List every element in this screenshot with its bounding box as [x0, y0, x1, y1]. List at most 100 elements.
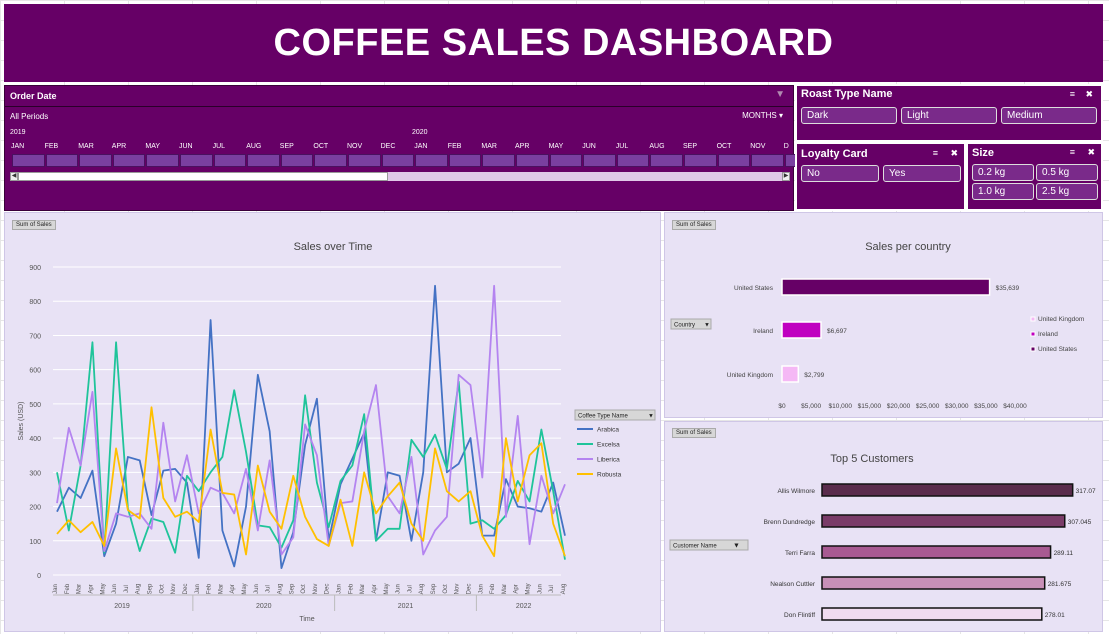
timeline-month-bar[interactable]: [314, 154, 347, 167]
timeline-month-bar[interactable]: [448, 154, 482, 167]
timeline-month-bar[interactable]: [516, 154, 549, 167]
data-label: 281.675: [1048, 581, 1072, 588]
timeline-month-bar[interactable]: [79, 154, 112, 167]
x-tick-label: $20,000: [887, 403, 911, 410]
timeline-month-label: JUN: [582, 143, 596, 150]
timeline-month-label: AUG: [649, 143, 665, 150]
y-axis-label: Sales (USD): [18, 402, 25, 441]
timeline-month-bar[interactable]: [180, 154, 213, 167]
timeline-month-bar[interactable]: [247, 154, 280, 167]
timeline-month-label: JUN: [179, 143, 193, 150]
timeline-month-bar[interactable]: [751, 154, 784, 167]
x-tick-label: $5,000: [801, 403, 821, 410]
clear-filter-icon[interactable]: ✖: [950, 148, 958, 159]
category-label: United Kingdom: [727, 372, 773, 379]
year-label: 2020: [256, 603, 272, 610]
x-tick-label: May: [242, 583, 248, 594]
clear-filter-icon[interactable]: ▼: [775, 89, 785, 100]
x-tick-label: Mar: [502, 584, 508, 594]
legend-label: United States: [1038, 346, 1078, 353]
timeline-month-label: FEB: [447, 143, 462, 150]
y-tick-label: 100: [29, 539, 41, 546]
legend-label: Liberica: [597, 457, 620, 464]
slicer-item-dark[interactable]: Dark: [801, 107, 897, 124]
slicer-item-2-5kg[interactable]: 2.5 kg: [1036, 183, 1098, 200]
timeline-month-bar[interactable]: [146, 154, 179, 167]
timeline-month-bar[interactable]: [717, 154, 751, 167]
legend-label: Arabica: [597, 427, 619, 434]
category-label: United States: [734, 285, 774, 292]
timeline-month-label: MAY: [145, 143, 161, 150]
x-tick-label: $40,000: [1003, 403, 1027, 410]
x-tick-label: $0: [778, 403, 786, 410]
slicer-item-light[interactable]: Light: [901, 107, 997, 124]
data-label: $6,697: [827, 328, 847, 335]
multi-select-icon[interactable]: ≡: [1070, 89, 1075, 99]
clear-filter-icon[interactable]: ✖: [1085, 89, 1093, 100]
timeline-month-bar[interactable]: [348, 154, 381, 167]
timeline-month-bar[interactable]: [415, 154, 448, 167]
x-tick-label: Sep: [289, 583, 295, 594]
x-tick-label: Dec: [466, 584, 472, 595]
timeline-month-bar[interactable]: [549, 154, 583, 167]
x-axis-label: Time: [299, 616, 314, 623]
y-tick-label: 900: [29, 265, 41, 272]
slicer-item-no[interactable]: No: [801, 165, 879, 182]
bar-brenn-dundredge: [821, 514, 1066, 528]
timeline-level-label: MONTHS: [742, 111, 777, 120]
order-date-timeline[interactable]: Order Date ▼ All Periods MONTHS ▾ 2019 2…: [4, 85, 818, 211]
multi-select-icon[interactable]: ≡: [1070, 147, 1075, 157]
timeline-month-bar[interactable]: [280, 154, 314, 167]
timeline-month-bar[interactable]: [213, 154, 247, 167]
timeline-month-bar[interactable]: [45, 154, 79, 167]
multi-select-icon[interactable]: ≡: [933, 148, 938, 158]
y-tick-label: 500: [29, 402, 41, 409]
timeline-month-label: OCT: [313, 143, 329, 150]
timeline-month-label: APR: [111, 143, 127, 150]
x-tick-label: Mar: [360, 584, 366, 594]
timeline-month-bar[interactable]: [12, 154, 45, 167]
slicer-title: Roast Type Name: [801, 88, 893, 100]
clear-filter-icon[interactable]: ✖: [1087, 147, 1095, 158]
timeline-month-label: NOV: [750, 143, 766, 150]
timeline-scrollbar[interactable]: ◀ ▶: [10, 172, 790, 181]
timeline-year-label: 2020: [412, 129, 428, 136]
data-label: 278.01: [1045, 612, 1065, 619]
year-label: 2019: [114, 603, 130, 610]
x-tick-label: Jan: [337, 584, 343, 594]
scroll-left-icon[interactable]: ◀: [10, 172, 18, 181]
slicer-item-0-5kg[interactable]: 0.5 kg: [1036, 164, 1098, 181]
loyalty-card-slicer: Loyalty Card ≡ ✖ No Yes: [795, 142, 966, 211]
scroll-right-icon[interactable]: ▶: [782, 172, 790, 181]
legend-label: Excelsa: [597, 442, 620, 449]
bar-terri-farra: [821, 545, 1052, 559]
timeline-header: Order Date: [10, 91, 57, 101]
timeline-month-bar[interactable]: [650, 154, 683, 167]
timeline-month-bar[interactable]: [381, 154, 415, 167]
slicer-item-medium[interactable]: Medium: [1001, 107, 1097, 124]
timeline-month-bar[interactable]: [583, 154, 616, 167]
filter-button-label: Country: [674, 323, 695, 329]
legend-swatch: [1030, 331, 1036, 337]
data-label: 307.045: [1068, 519, 1092, 526]
timeline-month-label: DEC: [380, 143, 396, 150]
sales-per-country-chart: Sales per country United States $35,639 Ire…: [670, 241, 1084, 410]
x-tick-label: Aug: [136, 584, 142, 595]
timeline-month-bar[interactable]: [616, 154, 650, 167]
timeline-level-dropdown[interactable]: MONTHS ▾: [742, 111, 783, 120]
timeline-month-bar[interactable]: [112, 154, 146, 167]
x-tick-label: Apr: [372, 584, 378, 593]
slicer-item-0-2kg[interactable]: 0.2 kg: [972, 164, 1034, 181]
slicer-item-1-0kg[interactable]: 1.0 kg: [972, 183, 1034, 200]
legend-label: United Kingdom: [1038, 316, 1084, 323]
x-tick-label: Jun: [396, 584, 402, 594]
timeline-month-bar[interactable]: [482, 154, 515, 167]
scrollbar-thumb[interactable]: [18, 172, 388, 181]
chart-title: Sales over Time: [294, 241, 373, 253]
timeline-period: All Periods: [10, 112, 49, 121]
timeline-month-bar[interactable]: [684, 154, 717, 167]
x-tick-label: Jul: [124, 585, 130, 593]
slicer-item-yes[interactable]: Yes: [883, 165, 961, 182]
data-label: $2,799: [804, 372, 824, 379]
series-line-robusta: [56, 406, 566, 558]
